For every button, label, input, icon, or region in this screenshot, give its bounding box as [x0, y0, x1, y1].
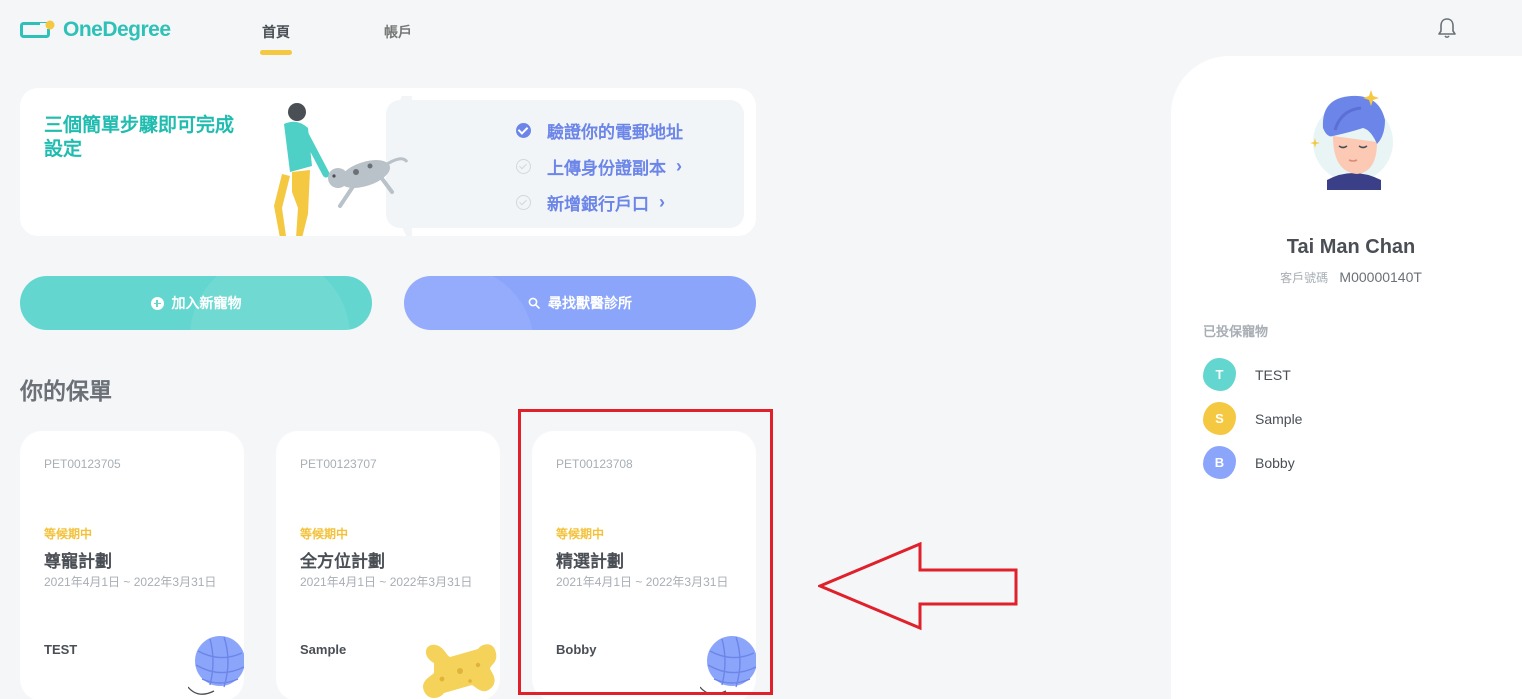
highlight-box [518, 409, 773, 695]
customer-number: M00000140T [1339, 269, 1422, 285]
arrow-left-icon [818, 542, 1018, 631]
top-header: OneDegree 首頁 帳戶 [0, 0, 1522, 60]
pet-initial-badge: B [1203, 446, 1236, 479]
chevron-right-icon: › [659, 192, 665, 212]
step-add-bank[interactable]: 新增銀行戶口 › [516, 190, 665, 215]
pet-initial-badge: T [1203, 358, 1236, 391]
setup-card: 三個簡單步驟即可完成設定 驗證你的電郵地址 上傳身份證副本 › 新增銀行戶口 › [20, 88, 756, 236]
user-name: Tai Man Chan [1286, 236, 1416, 258]
yarn-ball-icon [188, 636, 244, 695]
policy-status: 等候期中 [300, 527, 349, 541]
policy-status: 等候期中 [44, 527, 93, 541]
policy-card[interactable]: PET00123705 等候期中 尊寵計劃 2021年4月1日 ~ 2022年3… [20, 431, 244, 699]
policy-id: PET00123707 [300, 457, 377, 471]
active-tab-indicator [260, 50, 292, 55]
policy-id: PET00123705 [44, 457, 121, 471]
step-label: 驗證你的電郵地址 [547, 123, 683, 142]
find-clinic-button[interactable]: 尋找獸醫診所 [404, 276, 756, 330]
policy-plan: 全方位計劃 [300, 552, 385, 571]
policy-pet-name: Sample [300, 642, 347, 657]
pet-name: Sample [1255, 410, 1303, 427]
step-label: 新增銀行戶口 [547, 195, 649, 214]
policy-period: 2021年4月1日 ~ 2022年3月31日 [300, 575, 473, 589]
button-decoration [404, 276, 534, 330]
logo-mark-icon [20, 20, 55, 38]
insured-pet-item[interactable]: B Bobby [1203, 446, 1295, 479]
step-verify-email: 驗證你的電郵地址 [516, 118, 683, 143]
policies-title: 你的保單 [20, 378, 112, 404]
setup-title: 三個簡單步驟即可完成設定 [44, 115, 235, 160]
policy-pet-name: TEST [44, 642, 78, 657]
button-decoration [190, 276, 350, 330]
policy-period: 2021年4月1日 ~ 2022年3月31日 [44, 575, 217, 589]
brand-logo[interactable]: OneDegree [20, 18, 171, 42]
check-circle-outline-icon [516, 195, 531, 210]
user-avatar[interactable] [1305, 86, 1401, 190]
chevron-right-icon: › [676, 156, 682, 176]
policy-plan: 尊寵計劃 [44, 552, 112, 571]
brand-name: OneDegree [63, 18, 171, 41]
tab-account[interactable]: 帳戶 [384, 22, 412, 42]
find-clinic-label: 尋找獸醫診所 [548, 295, 632, 311]
pet-name: TEST [1255, 366, 1291, 383]
add-circle-icon [150, 296, 164, 310]
check-circle-outline-icon [516, 159, 531, 174]
insured-pet-item[interactable]: S Sample [1203, 402, 1302, 435]
pet-initial-badge: S [1203, 402, 1236, 435]
pet-name: Bobby [1255, 454, 1295, 471]
step-upload-id[interactable]: 上傳身份證副本 › [516, 154, 682, 179]
bell-icon[interactable] [1437, 17, 1457, 39]
insured-pet-item[interactable]: T TEST [1203, 358, 1291, 391]
tab-home[interactable]: 首頁 [262, 22, 290, 42]
policy-card[interactable]: PET00123707 等候期中 全方位計劃 2021年4月1日 ~ 2022年… [276, 431, 500, 699]
step-label: 上傳身份證副本 [547, 159, 666, 178]
check-circle-icon [516, 123, 531, 138]
bone-icon [423, 644, 497, 698]
person-with-dog-illustration [274, 96, 412, 236]
search-icon [528, 297, 540, 309]
customer-number-label: 客戶號碼 [1280, 271, 1329, 285]
add-pet-button[interactable]: 加入新寵物 [20, 276, 372, 330]
insured-pets-title: 已投保寵物 [1203, 324, 1269, 339]
customer-number-row: 客戶號碼 M00000140T [1171, 269, 1522, 286]
